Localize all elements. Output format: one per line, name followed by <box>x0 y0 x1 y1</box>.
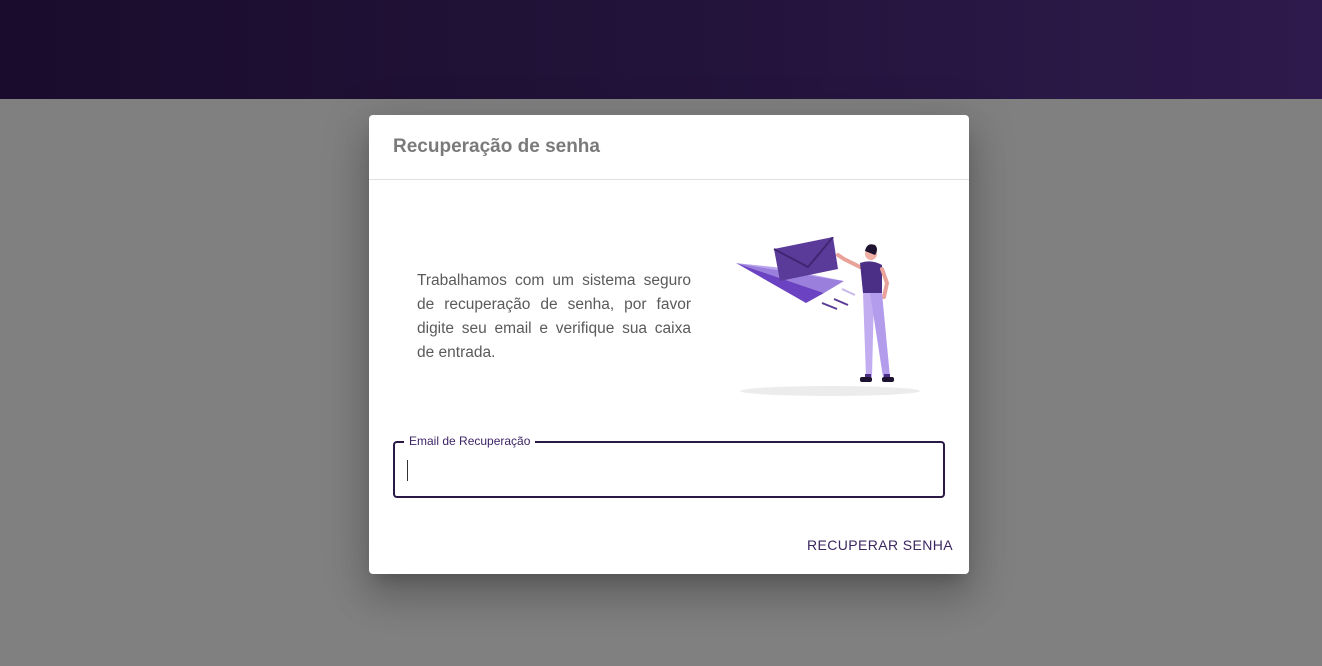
recovery-email-field[interactable]: Email de Recuperação <box>393 434 945 498</box>
app-header-bar <box>0 0 1322 99</box>
dialog-title: Recuperação de senha <box>393 136 600 157</box>
intro-text: Trabalhamos com um sistema seguro de rec… <box>417 272 691 361</box>
recovery-email-label: Email de Recuperação <box>404 434 536 448</box>
recovery-email-input[interactable] <box>407 455 927 485</box>
dialog-header: Recuperação de senha <box>369 115 969 180</box>
person-sending-envelope-illustration <box>736 237 920 396</box>
recover-password-button[interactable]: RECUPERAR SENHA <box>807 537 953 553</box>
text-caret <box>407 460 408 481</box>
password-recovery-dialog: Recuperação de senha Trabalhamos com um … <box>369 115 969 574</box>
